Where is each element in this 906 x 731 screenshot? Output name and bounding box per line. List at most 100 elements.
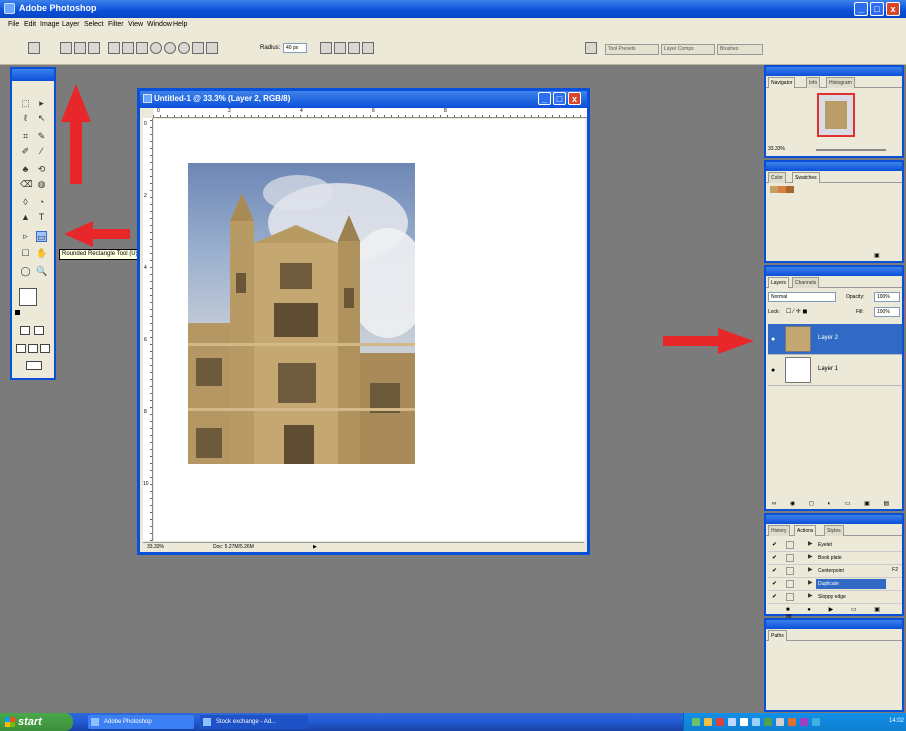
action-toggle-check-icon[interactable]: ✔ [772,541,777,548]
action-row[interactable]: ✔ ▶ Duplicate [768,578,902,591]
tray-app2-icon[interactable] [800,718,808,726]
shape-area-intersect-icon[interactable] [348,42,360,54]
layer-row[interactable]: ● Layer 2 [768,324,902,355]
quickmask-mode-icon[interactable] [34,326,44,335]
slice-tool-icon[interactable]: ✎ [36,131,47,142]
jump-to-imageready-icon[interactable] [26,361,42,370]
tab-styles[interactable]: Styles [824,525,844,536]
navigator-zoom-value[interactable]: 33.33% [768,146,785,152]
line-icon[interactable] [192,42,204,54]
expand-triangle-icon[interactable]: ▶ [808,579,813,586]
lasso-tool-icon[interactable]: ℓ [20,113,31,124]
minimize-button[interactable]: _ [854,2,868,16]
start-button[interactable]: start [0,713,73,731]
menu-view[interactable]: View [128,21,143,28]
action-toggle-check-icon[interactable]: ✔ [772,580,777,587]
blur-tool-icon[interactable]: ◊ [20,197,31,208]
crop-tool-icon[interactable]: ⌗ [20,131,31,142]
tool-preset-icon[interactable] [28,42,40,54]
path-selection-tool-icon[interactable]: ▲ [20,212,31,223]
action-dialog-toggle[interactable] [786,593,794,601]
eraser-tool-icon[interactable]: ⌫ [20,179,33,190]
zoom-readout[interactable]: 33.33% [147,543,164,552]
history-brush-tool-icon[interactable]: ⟲ [36,164,47,175]
marquee-tool-icon[interactable]: ⬚ [20,98,31,109]
tab-navigator[interactable]: Navigator [768,77,796,88]
navigator-preview[interactable] [817,93,855,137]
doc-size-readout[interactable]: Doc: 5.27M/5.26M [213,543,254,552]
gradient-tool-icon[interactable]: ◍ [36,179,47,190]
tab-channels[interactable]: Channels [792,277,820,288]
tab-swatches[interactable]: Swatches [792,172,820,183]
tab-actions[interactable]: Actions [794,525,817,536]
tray-usb-icon[interactable] [776,718,784,726]
move-tool-icon[interactable]: ▸ [36,98,47,109]
visibility-eye-icon[interactable]: ● [771,367,775,374]
expand-triangle-icon[interactable]: ▶ [808,566,813,573]
eyedropper-tool-icon[interactable]: ✋ [36,248,47,259]
doc-close-button[interactable]: x [568,92,581,105]
freeform-pen-icon[interactable] [122,42,134,54]
tab-layers[interactable]: Layers [768,277,790,288]
color-panel-header[interactable] [766,162,902,171]
brush-tool-icon[interactable]: ⁄ [36,146,47,157]
magic-wand-tool-icon[interactable]: ↖ [36,113,47,124]
menu-image[interactable]: Image [40,21,59,28]
layer-row[interactable]: ● Layer 1 [768,355,902,386]
status-menu-arrow-icon[interactable]: ▶ [313,543,317,552]
hand-tool-icon[interactable]: ◯ [20,266,31,277]
action-dialog-toggle[interactable] [786,541,794,549]
layers-panel-header[interactable] [766,267,902,276]
fill-input[interactable]: 100% [874,307,900,317]
default-colors-icon[interactable] [15,310,20,315]
expand-triangle-icon[interactable]: ▶ [808,553,813,560]
actions-panel-header[interactable] [766,515,902,524]
menu-edit[interactable]: Edit [24,21,36,28]
swatch-trash-icon[interactable]: ▣ [874,252,880,259]
standard-mode-icon[interactable] [20,326,30,335]
pen-icon[interactable] [108,42,120,54]
document-canvas[interactable] [154,119,585,541]
well-tab-brushes[interactable]: Brushes [717,44,763,55]
paths-mode-icon[interactable] [74,42,86,54]
action-row[interactable]: ✔ ▶ Eyelet [768,539,902,552]
navigator-panel-header[interactable] [766,67,902,76]
tab-color[interactable]: Color [768,172,786,183]
screen-mode-full-menu-icon[interactable] [28,344,38,353]
radius-input[interactable]: 40 px [283,43,307,53]
shape-layers-icon[interactable] [60,42,72,54]
lock-icons[interactable]: ☐ ⁄ ✛ ◼ [786,308,807,315]
palette-well-icon[interactable] [585,42,597,54]
blend-mode-select[interactable]: Normal [768,292,836,302]
polygon-icon[interactable] [178,42,190,54]
ellipse-icon[interactable] [164,42,176,54]
document-window[interactable]: Untitled-1 @ 33.3% (Layer 2, RGB/8) _ □ … [137,88,590,555]
expand-triangle-icon[interactable]: ▶ [808,540,813,547]
action-row[interactable]: ✔ ▶ Centerpoint F2 [768,565,902,578]
tray-display-icon[interactable] [740,718,748,726]
style-icon[interactable] [362,42,374,54]
type-tool-icon[interactable]: T [36,212,47,223]
document-titlebar[interactable]: Untitled-1 @ 33.3% (Layer 2, RGB/8) _ □ … [140,91,587,108]
tray-network-icon[interactable] [692,718,700,726]
doc-maximize-button[interactable]: □ [553,92,566,105]
action-toggle-check-icon[interactable]: ✔ [772,593,777,600]
notes-tool-icon[interactable]: ☐ [20,248,31,259]
action-dialog-toggle[interactable] [786,580,794,588]
zoom-tool-icon[interactable]: 🔍 [36,266,47,277]
action-toggle-check-icon[interactable]: ✔ [772,567,777,574]
healing-brush-tool-icon[interactable]: ✐ [20,146,31,157]
opacity-input[interactable]: 100% [874,292,900,302]
fill-pixels-icon[interactable] [88,42,100,54]
tray-app3-icon[interactable] [812,718,820,726]
visibility-eye-icon[interactable]: ● [771,336,775,343]
rounded-rectangle-icon[interactable] [150,42,162,54]
tab-history[interactable]: History [768,525,790,536]
paths-panel-header[interactable] [766,620,902,629]
rounded-rectangle-tool-icon[interactable]: ▭ [36,231,47,242]
maximize-button[interactable]: □ [870,2,884,16]
swatch-3[interactable] [786,186,794,193]
screen-mode-standard-icon[interactable] [16,344,26,353]
tab-histogram[interactable]: Histogram [826,77,855,88]
tray-security-icon[interactable] [704,718,712,726]
